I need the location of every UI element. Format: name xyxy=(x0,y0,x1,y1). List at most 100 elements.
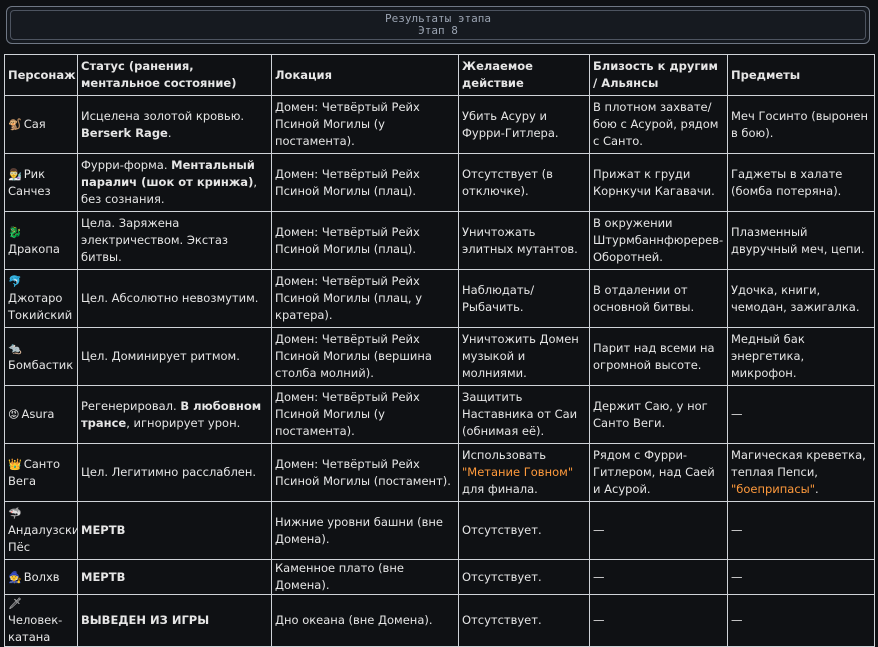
status-text: Исцелена золотой кровью. xyxy=(81,108,245,123)
items-highlight: "боеприпасы" xyxy=(731,482,816,496)
action-text: Уничтожать элитных мутантов. xyxy=(462,224,578,256)
items-cell: Магическая креветка, теплая Пепси, "боеп… xyxy=(727,443,875,502)
location-cell: Каменное плато (вне Домена). xyxy=(271,559,459,595)
character-name: Дракопа xyxy=(8,241,60,256)
proximity-cell: — xyxy=(589,594,728,647)
items-cell: — xyxy=(727,501,875,560)
character-cell: 🦈 Андалузский Пёс xyxy=(4,501,78,560)
desired-action-cell: Отсутствует. xyxy=(458,501,590,560)
items-text: Плазменный двуручный меч, цепи. xyxy=(731,224,865,256)
action-text: Отсутствует. xyxy=(462,523,542,537)
table-row: 🐉 Дракопа Цела. Заряжена электричеством. Э… xyxy=(4,211,875,270)
status-cell: Цел. Доминирует ритмом. xyxy=(77,327,272,386)
desired-action-cell: Наблюдать/ Рыбачить. xyxy=(458,269,590,328)
results-table: Персонаж Статус (ранения, ментальное сос… xyxy=(4,54,875,647)
status-cell: Цела. Заряжена электричеством. Экстаз би… xyxy=(77,211,272,270)
items-cell: Меч Госинто (выронен в бою). xyxy=(727,95,875,154)
items-text: Удочка, книги, чемодан, зажигалка. xyxy=(731,282,860,314)
column-header-proximity: Близость к другим / Альянсы xyxy=(589,54,728,96)
items-text: — xyxy=(731,613,743,627)
shark-icon: 🦈 xyxy=(8,507,22,520)
monkey-icon: 🐒 xyxy=(8,118,22,131)
status-text: Цела. Заряжена электричеством. Экстаз би… xyxy=(81,216,229,264)
items-text: Меч Госинто (выронен в бою). xyxy=(731,108,868,140)
proximity-cell: В плотном захвате/бою с Асурой, рядом с … xyxy=(589,95,728,154)
items-cell: Удочка, книги, чемодан, зажигалка. xyxy=(727,269,875,328)
desired-action-cell: Уничтожать элитных мутантов. xyxy=(458,211,590,270)
column-header-status: Статус (ранения, ментальное состояние) xyxy=(77,54,272,96)
desired-action-cell: Уничтожить Домен музыкой и молниями. xyxy=(458,327,590,386)
header-stage-number: Этап 8 xyxy=(418,24,458,37)
character-name: Джотаро Токийский xyxy=(8,291,73,322)
items-cell: — xyxy=(727,559,875,595)
action-text: Наблюдать/ Рыбачить. xyxy=(462,282,535,314)
character-cell: 🐒 Сая xyxy=(4,95,78,154)
location-cell: Домен: Четвёртый Рейх Псиной Могилы (пла… xyxy=(271,153,459,212)
table-row: 🐀 Бомбастик Цел. Доминирует ритмом. Домен: … xyxy=(4,327,875,386)
items-text: — xyxy=(731,569,743,584)
proximity-cell: Рядом с Фурри-Гитлером, над Саей и Асуро… xyxy=(589,443,728,502)
desired-action-cell: Использовать "Метание Говном" для финала… xyxy=(458,443,590,502)
proximity-cell: Держит Саю, у ног Санто Веги. xyxy=(589,385,728,444)
proximity-cell: Прижат к груди Корнкучи Кагавачи. xyxy=(589,153,728,212)
character-name: Андалузский Пёс xyxy=(8,523,77,554)
table-row: 🐬 Джотаро Токийский Цел. Абсолютно невозму… xyxy=(4,269,875,328)
items-text-tail: . xyxy=(815,482,819,496)
desired-action-cell: Отсутствует. xyxy=(458,594,590,647)
character-name: Сая xyxy=(23,117,46,131)
table-header-row: Персонаж Статус (ранения, ментальное сос… xyxy=(4,54,875,96)
location-cell: Домен: Четвёртый Рейх Псиной Могилы (вер… xyxy=(271,327,459,386)
status-text-tail: . xyxy=(167,125,172,140)
items-cell: Медный бак энергетика, микрофон. xyxy=(727,327,875,386)
character-name: Человек-катана xyxy=(8,613,63,644)
items-cell: — xyxy=(727,385,875,444)
action-text: Отсутствует (в отключке). xyxy=(462,166,553,198)
desired-action-cell: Отсутствует. xyxy=(458,559,590,595)
character-name: Бомбастик xyxy=(8,357,74,372)
character-name: Asura xyxy=(21,407,55,421)
status-cell: Цел. Легитимно расслаблен. xyxy=(77,443,272,502)
character-name: Волхв xyxy=(23,569,60,584)
table-row: 🦈 Андалузский Пёс МЕРТВ Нижние уровни башни… xyxy=(4,501,875,560)
items-cell: Гаджеты в халате (бомба потеряна). xyxy=(727,153,875,212)
status-emphasis: ВЫВЕДЕН ИЗ ИГРЫ xyxy=(81,613,210,627)
character-cell: 🐬 Джотаро Токийский xyxy=(4,269,78,328)
items-text: Магическая креветка, теплая Пепси, xyxy=(731,448,866,479)
sword-icon: 🗡 xyxy=(8,597,22,610)
character-cell: 😡 Asura xyxy=(4,385,78,444)
status-emphasis: МЕРТВ xyxy=(81,523,126,537)
wizard-icon: 🧙 xyxy=(8,570,22,584)
desired-action-cell: Убить Асуру и Фурри-Гитлера. xyxy=(458,95,590,154)
character-cell: 🐉 Дракопа xyxy=(4,211,78,270)
items-cell: — xyxy=(727,594,875,647)
status-cell: ВЫВЕДЕН ИЗ ИГРЫ xyxy=(77,594,272,647)
proximity-cell: — xyxy=(589,559,728,595)
location-cell: Домен: Четвёртый Рейх Псиной Могилы (у п… xyxy=(271,385,459,444)
items-text: Гаджеты в халате (бомба потеряна). xyxy=(731,166,843,198)
status-cell: МЕРТВ xyxy=(77,559,272,595)
location-cell: Нижние уровни башни (вне Домена). xyxy=(271,501,459,560)
action-text: Убить Асуру и Фурри-Гитлера. xyxy=(462,108,559,140)
location-cell: Дно океана (вне Домена). xyxy=(271,594,459,647)
table-body: 🐒 Сая Исцелена золотой кровью. Berserk Rag… xyxy=(4,95,875,647)
table-row: 🐒 Сая Исцелена золотой кровью. Berserk Rag… xyxy=(4,95,875,154)
proximity-cell: В окружении Штурмбаннфюререв-Оборотней. xyxy=(589,211,728,270)
location-cell: Домен: Четвёртый Рейх Псиной Могилы (у п… xyxy=(271,95,459,154)
character-cell: 🧙 Волхв xyxy=(4,559,78,595)
stage-results-header-inner: Результаты этапа Этап 8 xyxy=(10,10,866,40)
scientist-icon: 👨‍🔬 xyxy=(8,167,22,181)
status-emphasis: МЕРТВ xyxy=(81,569,126,584)
location-cell: Домен: Четвёртый Рейх Псиной Могилы (пла… xyxy=(271,211,459,270)
status-cell: Фурри-форма. Ментальный паралич (шок от … xyxy=(77,153,272,212)
action-text: Отсутствует. xyxy=(462,613,542,627)
table-row: 🧙 Волхв МЕРТВ Каменное плато (вне Домена). О… xyxy=(4,559,875,595)
character-cell: 👨‍🔬 Рик Санчез xyxy=(4,153,78,212)
action-text: Уничтожить Домен музыкой и молниями. xyxy=(462,332,579,380)
items-text: Медный бак энергетика, микрофон. xyxy=(731,332,805,380)
proximity-cell: В отдалении от основной битвы. xyxy=(589,269,728,328)
status-text: Цел. Абсолютно невозмутим. xyxy=(81,291,259,305)
column-header-items: Предметы xyxy=(727,54,875,96)
stage-results-header: Результаты этапа Этап 8 xyxy=(6,6,870,44)
status-cell: МЕРТВ xyxy=(77,501,272,560)
column-header-character: Персонаж xyxy=(4,54,78,96)
